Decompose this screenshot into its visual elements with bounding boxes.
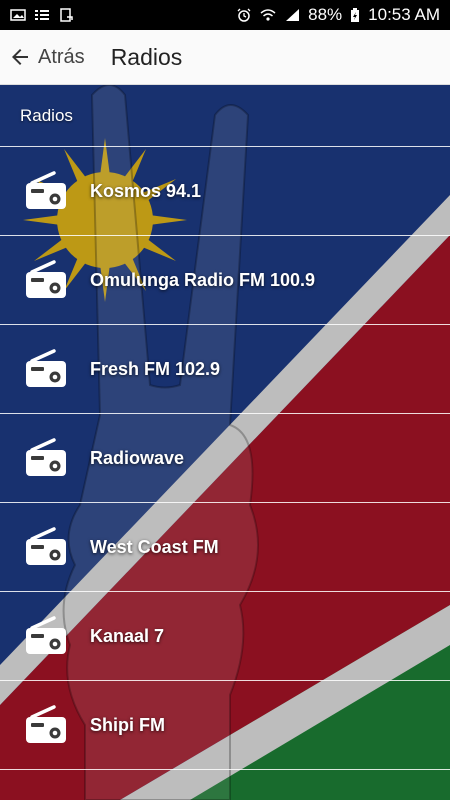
station-name: Radiowave: [90, 447, 185, 468]
battery-percent: 88%: [308, 5, 343, 24]
station-name: Kanaal 7: [90, 625, 165, 646]
status-bar: 88% 10:53 AM: [0, 0, 450, 30]
battery-icon: [350, 8, 360, 22]
image-icon: [10, 8, 26, 22]
section-title: Radios: [20, 105, 73, 125]
station-row[interactable]: Kosmos 94.1: [0, 147, 450, 236]
station-row[interactable]: Omulunga Radio FM 100.9: [0, 236, 450, 325]
radio-icon: [24, 705, 68, 745]
back-button[interactable]: Atrás: [0, 30, 95, 84]
wifi-icon: [260, 8, 276, 22]
signal-icon: [284, 8, 300, 22]
station-row[interactable]: Fresh FM 102.9: [0, 325, 450, 414]
station-row[interactable]: Kanaal 7: [0, 592, 450, 681]
station-name: Fresh FM 102.9: [90, 358, 221, 379]
station-name: Shipi FM: [90, 714, 165, 735]
clock: 10:53 AM: [368, 5, 440, 24]
radio-icon: [24, 349, 68, 389]
station-row[interactable]: Shipi FM: [0, 681, 450, 770]
station-name: Kosmos 94.1: [90, 180, 202, 201]
station-list: Kosmos 94.1 Omulunga Radio FM 100.9 Fresh …: [0, 147, 450, 770]
radio-icon: [24, 616, 68, 656]
sync-icon: [58, 8, 74, 22]
station-row[interactable]: West Coast FM: [0, 503, 450, 592]
arrow-left-icon: [12, 49, 28, 65]
alarm-icon: [236, 8, 252, 22]
radio-icon: [24, 438, 68, 478]
station-row[interactable]: Radiowave: [0, 414, 450, 503]
radio-icon: [24, 171, 68, 211]
radio-icon: [24, 260, 68, 300]
section-header: Radios: [0, 85, 450, 147]
station-name: Omulunga Radio FM 100.9: [90, 269, 316, 290]
station-name: West Coast FM: [90, 536, 219, 557]
content-area: Radios Kosmos 94.1 Omulunga Radio FM 100.…: [0, 85, 450, 800]
status-bar-left: [10, 8, 74, 22]
page-title: Radios: [110, 43, 183, 70]
back-label: Atrás: [38, 45, 85, 68]
radio-icon: [24, 527, 68, 567]
list-icon: [34, 8, 50, 22]
status-bar-right: 88% 10:53 AM: [236, 5, 440, 25]
app-bar: Atrás Radios: [0, 30, 450, 85]
